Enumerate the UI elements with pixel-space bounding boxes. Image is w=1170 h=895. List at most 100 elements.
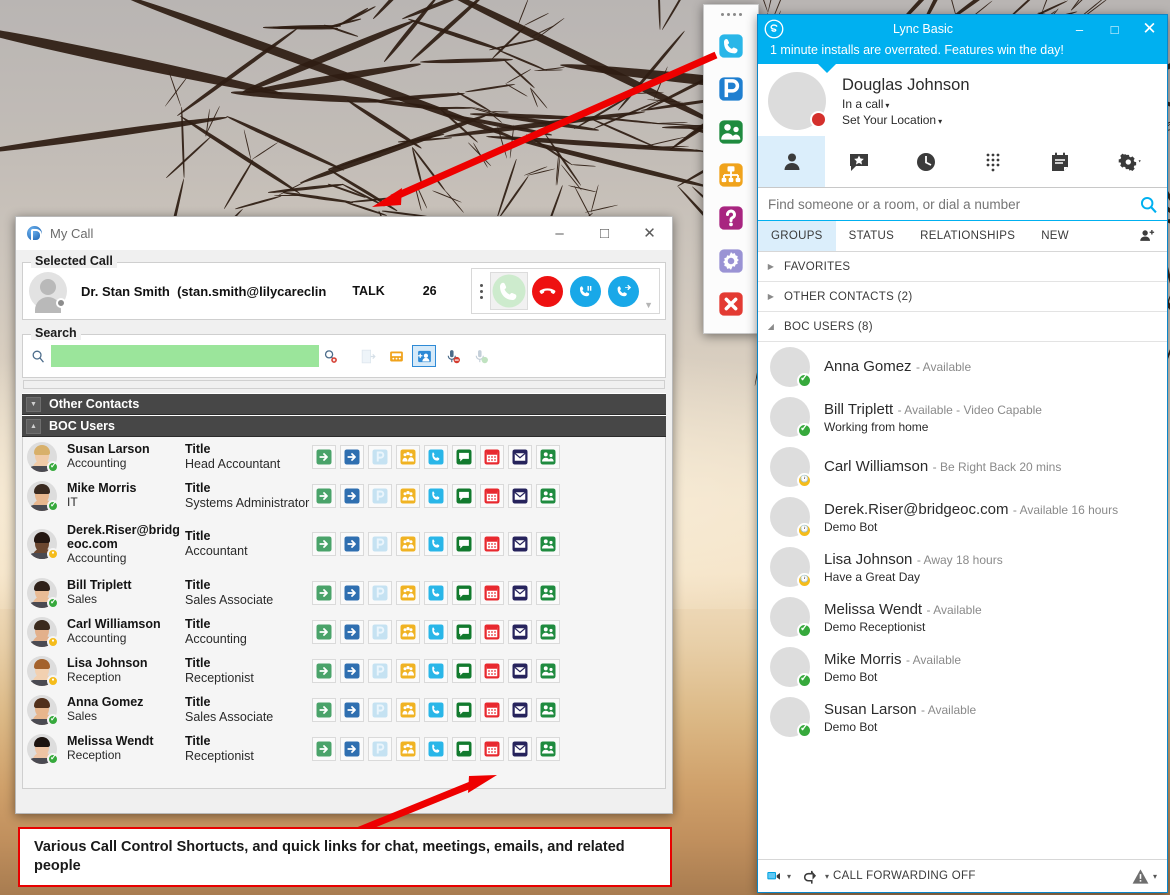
email-button[interactable]	[508, 619, 532, 644]
related-people-button[interactable]	[536, 580, 560, 605]
park-call-button[interactable]	[368, 736, 392, 761]
park-call-button[interactable]	[368, 658, 392, 683]
avatar[interactable]	[768, 72, 827, 130]
lync-basic-window[interactable]: Lync Basic – □ ✕ 1 minute installs are o…	[757, 14, 1168, 893]
call-button[interactable]	[424, 444, 448, 469]
related-people-button[interactable]	[536, 444, 560, 469]
call-controls-expand-caret[interactable]: ▼	[644, 300, 653, 313]
forward-green-button[interactable]	[312, 483, 336, 508]
conference-button[interactable]	[396, 532, 420, 556]
my-call-titlebar[interactable]: My Call – □ ✕	[16, 217, 672, 250]
mute-mic-button[interactable]	[440, 345, 464, 367]
table-row[interactable]: Mike MorrisITTitleSystems Administrator	[23, 476, 665, 515]
conference-button[interactable]	[396, 658, 420, 683]
avatar[interactable]	[770, 647, 812, 688]
schedule-meeting-button[interactable]	[480, 658, 504, 683]
contacts-shortcut[interactable]	[711, 112, 751, 152]
park-call-button[interactable]	[368, 619, 392, 644]
related-people-button[interactable]	[536, 532, 560, 556]
drag-grip-icon[interactable]	[704, 5, 758, 23]
lync-titlebar[interactable]: Lync Basic – □ ✕	[758, 15, 1167, 43]
transfer-call-button[interactable]	[604, 272, 642, 310]
avatar[interactable]	[27, 655, 59, 687]
forward-green-button[interactable]	[312, 697, 336, 722]
forward-green-button[interactable]	[312, 532, 336, 556]
table-row[interactable]: Derek.Riser@bridgeoc.comAccountingTitleA…	[23, 515, 665, 573]
table-row[interactable]: Bill TriplettSalesTitleSales Associate	[23, 573, 665, 612]
table-row[interactable]: Lisa JohnsonReceptionTitleReceptionist	[23, 651, 665, 690]
schedule-meeting-button[interactable]	[480, 619, 504, 644]
chat-button[interactable]	[452, 619, 476, 644]
exit-button[interactable]	[356, 345, 380, 367]
email-button[interactable]	[508, 658, 532, 683]
transfer-blue-button[interactable]	[340, 619, 364, 644]
chat-button[interactable]	[452, 483, 476, 508]
contact-list[interactable]: Susan LarsonAccountingTitleHead Accounta…	[22, 437, 666, 789]
email-button[interactable]	[508, 444, 532, 469]
my-location-menu[interactable]: Set Your Location ▾	[842, 113, 970, 127]
schedule-meeting-button[interactable]	[480, 483, 504, 508]
related-people-button[interactable]	[536, 697, 560, 722]
forward-green-button[interactable]	[312, 658, 336, 683]
conference-button[interactable]	[396, 697, 420, 722]
related-people-button[interactable]	[536, 619, 560, 644]
avatar[interactable]	[27, 694, 59, 726]
chat-button[interactable]	[452, 697, 476, 722]
lync-status-bar[interactable]: ▾ ▾ CALL FORWARDING OFF ▾	[758, 859, 1167, 892]
conference-button[interactable]	[396, 580, 420, 605]
transfer-blue-button[interactable]	[340, 444, 364, 469]
transfer-blue-button[interactable]	[340, 483, 364, 508]
search-input[interactable]	[758, 196, 1129, 212]
related-people-button[interactable]	[536, 658, 560, 683]
avatar[interactable]	[27, 733, 59, 765]
unmute-mic-button[interactable]	[468, 345, 492, 367]
conference-button[interactable]	[396, 483, 420, 508]
forward-green-button[interactable]	[312, 580, 336, 605]
add-contact-button[interactable]	[1127, 221, 1167, 251]
related-people-button[interactable]	[536, 736, 560, 761]
avatar[interactable]	[27, 529, 59, 560]
group-header-other-contacts[interactable]: ▼ Other Contacts	[22, 393, 666, 415]
subtab-new[interactable]: NEW	[1028, 221, 1082, 251]
tab-contacts[interactable]	[758, 136, 826, 187]
forward-green-button[interactable]	[312, 619, 336, 644]
clear-search-button[interactable]	[319, 345, 341, 367]
avatar[interactable]	[770, 447, 812, 488]
search-icon[interactable]	[1129, 194, 1167, 215]
tab-favorites[interactable]	[825, 136, 892, 187]
call-forwarding-selector[interactable]: ▾ CALL FORWARDING OFF	[797, 868, 982, 885]
avatar[interactable]	[770, 347, 812, 388]
call-button[interactable]	[424, 580, 448, 605]
hangup-call-button[interactable]	[528, 272, 566, 310]
shortcut-sidebar[interactable]	[703, 4, 759, 334]
chat-button[interactable]	[452, 736, 476, 761]
hold-call-button[interactable]	[566, 272, 604, 310]
tab-dialpad[interactable]	[959, 136, 1026, 187]
dialpad-button[interactable]	[384, 345, 408, 367]
avatar[interactable]	[770, 397, 812, 438]
transfer-blue-button[interactable]	[340, 580, 364, 605]
my-status-menu[interactable]: In a call ▾	[842, 97, 970, 111]
call-button[interactable]	[424, 483, 448, 508]
email-button[interactable]	[508, 736, 532, 761]
avatar[interactable]	[770, 547, 812, 588]
forward-green-button[interactable]	[312, 736, 336, 761]
org-chart-shortcut[interactable]	[711, 155, 751, 195]
search-input[interactable]	[51, 345, 319, 367]
list-item[interactable]: Derek.Riser@bridgeoc.com - Available 16 …	[758, 492, 1167, 542]
call-button[interactable]	[424, 658, 448, 683]
list-item[interactable]: Melissa Wendt - AvailableDemo Receptioni…	[758, 592, 1167, 642]
park-shortcut[interactable]	[711, 69, 751, 109]
avatar[interactable]	[27, 441, 59, 473]
close-button[interactable]: ✕	[627, 217, 672, 249]
schedule-meeting-button[interactable]	[480, 532, 504, 556]
conference-button[interactable]	[396, 444, 420, 469]
chat-button[interactable]	[452, 444, 476, 469]
avatar[interactable]	[27, 480, 59, 512]
device-selector[interactable]: ▾	[758, 868, 797, 884]
email-button[interactable]	[508, 532, 532, 556]
schedule-meeting-button[interactable]	[480, 444, 504, 469]
search-scrollbar[interactable]	[23, 380, 665, 389]
avatar[interactable]	[27, 616, 59, 648]
park-call-button[interactable]	[368, 483, 392, 508]
